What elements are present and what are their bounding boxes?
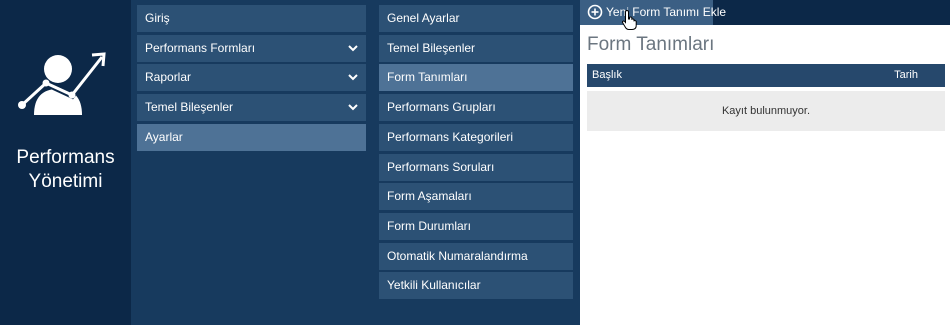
menu-item-label: Otomatik Numaralandırma <box>387 249 528 263</box>
table-header: Başlık Tarih <box>587 64 945 87</box>
table-empty-message: Kayıt bulunmuyor. <box>587 91 945 131</box>
main-menu-item-performans-formlari[interactable]: Performans Formları <box>137 35 366 62</box>
main-menu-item-ayarlar[interactable]: Ayarlar <box>137 124 366 151</box>
settings-item-yetkili-kullanicilar[interactable]: Yetkili Kullanıcılar <box>379 272 573 299</box>
main-menu-item-temel-bilesenler[interactable]: Temel Bileşenler <box>137 94 366 121</box>
menu-item-label: Yetkili Kullanıcılar <box>387 278 481 292</box>
menu-item-label: Performans Kategorileri <box>387 130 514 144</box>
brand-title: Performans Yönetimi <box>0 146 131 194</box>
page-title: Form Tanımları <box>587 34 715 55</box>
main-menu: Giriş Performans Formları Raporlar Temel… <box>131 0 372 325</box>
settings-menu: Genel Ayarlar Temel Bileşenler Form Tanı… <box>372 0 580 325</box>
plus-circle-icon <box>587 4 603 20</box>
column-header-tarih[interactable]: Tarih <box>894 64 918 87</box>
hand-pointer-cursor-icon <box>622 9 637 30</box>
chevron-down-icon <box>348 104 358 111</box>
settings-item-performans-sorulari[interactable]: Performans Soruları <box>379 154 573 181</box>
settings-item-temel-bilesenler[interactable]: Temel Bileşenler <box>379 35 573 62</box>
settings-item-form-durumlari[interactable]: Form Durumları <box>379 213 573 240</box>
menu-item-label: Raporlar <box>145 70 192 84</box>
menu-item-label: Performans Grupları <box>387 100 496 114</box>
chevron-down-icon <box>348 45 358 52</box>
settings-item-performans-gruplari[interactable]: Performans Grupları <box>379 94 573 121</box>
menu-item-label: Form Aşamaları <box>387 189 472 203</box>
menu-item-label: Giriş <box>145 11 170 25</box>
main-menu-item-giris[interactable]: Giriş <box>137 5 366 32</box>
settings-item-otomatik-numaralandirma[interactable]: Otomatik Numaralandırma <box>379 243 573 270</box>
menu-item-label: Ayarlar <box>145 130 183 144</box>
performance-user-chart-icon <box>18 52 106 115</box>
menu-item-label: Performans Formları <box>145 41 256 55</box>
menu-item-label: Form Durumları <box>387 219 472 233</box>
chevron-down-icon <box>348 74 358 81</box>
menu-item-label: Temel Bileşenler <box>387 41 476 55</box>
menu-item-label: Performans Soruları <box>387 160 495 174</box>
brand-title-line1: Performans <box>16 147 115 168</box>
settings-item-performans-kategorileri[interactable]: Performans Kategorileri <box>379 124 573 151</box>
main-menu-item-raporlar[interactable]: Raporlar <box>137 64 366 91</box>
menu-item-label: Temel Bileşenler <box>145 100 234 114</box>
settings-item-form-tanimlari[interactable]: Form Tanımları <box>379 64 573 91</box>
column-header-baslik[interactable]: Başlık <box>592 64 622 87</box>
settings-item-form-asamalari[interactable]: Form Aşamaları <box>379 183 573 210</box>
menu-item-label: Form Tanımları <box>387 70 468 84</box>
menu-item-label: Genel Ayarlar <box>387 11 460 25</box>
settings-item-genel-ayarlar[interactable]: Genel Ayarlar <box>379 5 573 32</box>
brand-title-line2: Yönetimi <box>28 171 103 192</box>
add-form-definition-button[interactable]: Yeni Form Tanımı Ekle <box>580 0 726 25</box>
brand-panel: Performans Yönetimi <box>0 0 131 325</box>
